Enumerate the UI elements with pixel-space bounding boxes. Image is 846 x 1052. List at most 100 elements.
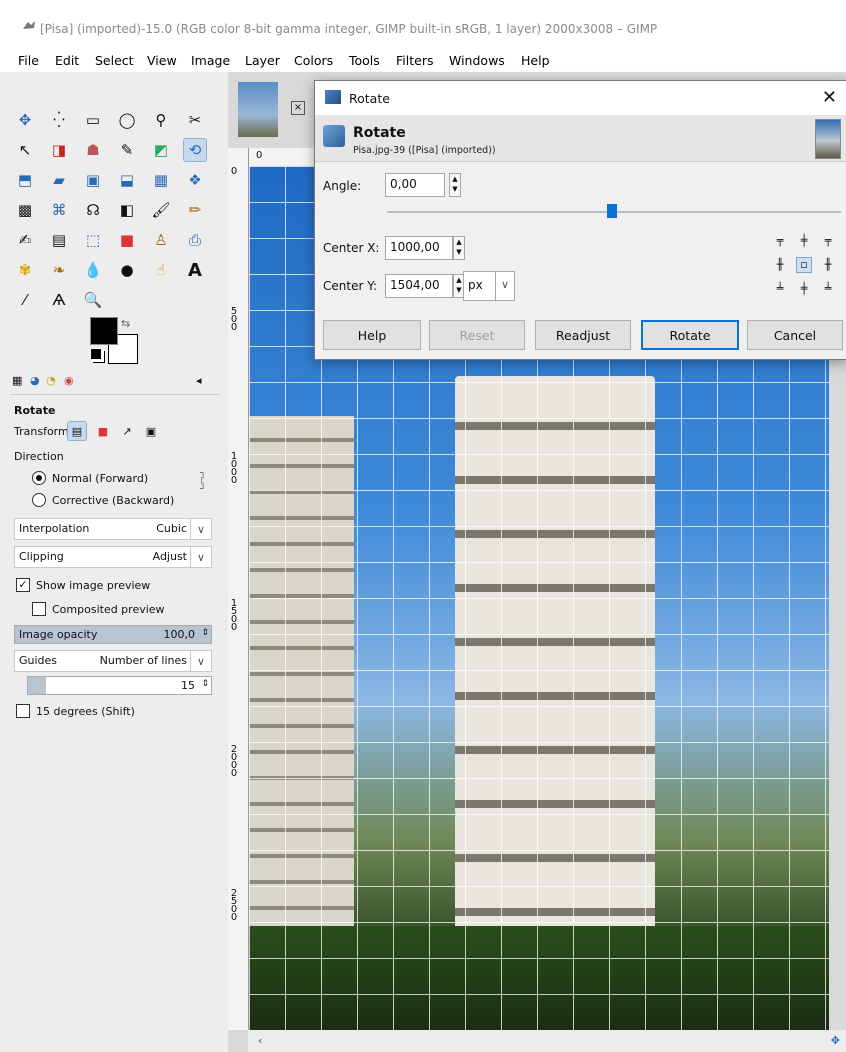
direction-corrective-radio[interactable] [32, 493, 46, 507]
chevron-down-icon[interactable]: ∨ [190, 547, 211, 567]
reset-button[interactable]: Reset [429, 320, 525, 350]
move-tool-icon[interactable]: ✥ [14, 109, 36, 131]
menu-windows[interactable]: Windows [449, 53, 505, 68]
scroll-left-icon[interactable]: ‹ [258, 1034, 262, 1047]
image-tab-thumbnail[interactable] [238, 82, 278, 137]
undo-history-tab-icon[interactable]: ◔ [46, 374, 56, 387]
dodge-burn-icon[interactable]: ✾ [14, 259, 36, 281]
spin-arrows-icon[interactable]: ⇕ [201, 628, 209, 638]
heal-tool-icon[interactable]: ♙ [150, 229, 172, 251]
angle-input[interactable]: 0,00 [385, 173, 445, 197]
pivot-left-icon[interactable]: ╫ [773, 258, 787, 272]
transform-image-icon[interactable]: ▣ [142, 422, 160, 440]
clone-tool-icon[interactable]: ■ [116, 229, 138, 251]
spin-arrows-icon[interactable]: ⇕ [201, 679, 209, 689]
shear-tool-icon[interactable]: ▰ [48, 169, 70, 191]
fifteen-degrees-checkbox[interactable] [16, 704, 30, 718]
menu-filters[interactable]: Filters [396, 53, 433, 68]
rotate-button[interactable]: Rotate [641, 320, 739, 350]
paths-tool-icon[interactable]: ✎ [116, 139, 138, 161]
warp-tool-icon[interactable]: ❖ [184, 169, 206, 191]
menu-layer[interactable]: Layer [245, 53, 280, 68]
pivot-top-icon[interactable]: ╪ [797, 234, 811, 248]
pivot-bottom-left-icon[interactable]: ╧ [773, 282, 787, 296]
ellipse-select-icon[interactable]: ◯ [116, 109, 138, 131]
help-button[interactable]: Help [323, 320, 421, 350]
center-x-spin-icon[interactable]: ▲ ▼ [453, 236, 465, 260]
text-tool-icon[interactable]: ⌘ [48, 199, 70, 221]
smudge-tool-icon[interactable]: ⎙ [184, 229, 206, 251]
guides-count-slider[interactable]: 15 ⇕ [27, 676, 212, 695]
image-opacity-slider[interactable]: Image opacity 100,0 ⇕ [14, 625, 212, 644]
close-icon[interactable]: × [291, 101, 305, 115]
zoom-tool-icon[interactable]: 🔍 [82, 289, 104, 311]
pivot-bottom-right-icon[interactable]: ╧ [821, 282, 835, 296]
readjust-button[interactable]: Readjust [535, 320, 631, 350]
menu-file[interactable]: File [18, 53, 39, 68]
gradient-tool-icon[interactable]: ◧ [116, 199, 138, 221]
bucket-fill-icon[interactable]: ▩ [14, 199, 36, 221]
color-picker-icon[interactable]: ◩ [150, 139, 172, 161]
bomb-icon[interactable]: ● [116, 259, 138, 281]
rect-select-icon[interactable]: ▭ [82, 109, 104, 131]
center-y-input[interactable]: 1504,00 [385, 274, 453, 298]
pivot-right-icon[interactable]: ╫ [821, 258, 835, 272]
unit-select[interactable]: px ∨ [463, 271, 515, 301]
clipping-combo[interactable]: Clipping Adjust ∨ [14, 546, 212, 568]
pencil-tool-icon[interactable]: ✏ [184, 199, 206, 221]
ink-tool-icon[interactable]: ⬚ [82, 229, 104, 251]
foreground-color-swatch[interactable] [90, 317, 118, 345]
swap-colors-icon[interactable]: ⇆ [121, 317, 130, 330]
transform-path-icon[interactable]: ↗ [118, 422, 136, 440]
fuzzy-select-icon[interactable]: ✂ [184, 109, 206, 131]
ruler-left[interactable]: 0 5 0 0 1 0 0 0 1 5 0 0 2 0 0 0 2 5 0 0 [228, 148, 249, 1030]
eraser-tool-icon[interactable]: ▤ [48, 229, 70, 251]
chevron-down-icon[interactable]: ∨ [190, 519, 211, 539]
pivot-top-left-icon[interactable]: ╤ [773, 234, 787, 248]
transform-layer-icon[interactable]: ▤ [67, 421, 87, 441]
select-by-color-icon[interactable]: ↖ [14, 139, 36, 161]
device-status-tab-icon[interactable]: ◕ [30, 374, 40, 387]
paintbrush-tool-icon[interactable]: 🖌 [150, 199, 172, 221]
align-tool-icon[interactable]: ⁛ [48, 109, 70, 131]
show-preview-checkbox[interactable]: ✓ [16, 578, 30, 592]
menu-view[interactable]: View [147, 53, 177, 68]
menu-help[interactable]: Help [521, 53, 550, 68]
dock-menu-icon[interactable]: ◂ [196, 374, 202, 387]
cancel-button[interactable]: Cancel [747, 320, 843, 350]
transform-selection-icon[interactable]: ■ [94, 422, 112, 440]
scale-tool-icon[interactable]: ⬒ [14, 169, 36, 191]
rotate-tool-icon[interactable]: ⟲ [183, 138, 207, 162]
free-select-icon[interactable]: ⚲ [150, 109, 172, 131]
horizontal-scrollbar[interactable]: ‹ ✥ [248, 1030, 846, 1052]
images-tab-icon[interactable]: ◉ [64, 374, 74, 387]
chevron-down-icon[interactable]: ∨ [190, 651, 211, 671]
pivot-bottom-icon[interactable]: ╪ [797, 282, 811, 296]
pivot-center-icon[interactable]: ▫ [796, 257, 812, 273]
water-drop-icon[interactable]: 💧 [82, 259, 104, 281]
blend-tool-icon[interactable]: ☊ [82, 199, 104, 221]
angle-spin-icon[interactable]: ▲ ▼ [449, 173, 461, 197]
pointer-tool-icon[interactable]: ☝ [150, 259, 172, 281]
pivot-top-right-icon[interactable]: ╤ [821, 234, 835, 248]
composited-preview-checkbox[interactable] [32, 602, 46, 616]
menu-select[interactable]: Select [95, 53, 134, 68]
close-icon[interactable]: ✕ [822, 87, 837, 108]
navigate-icon[interactable]: ✥ [831, 1034, 840, 1047]
airbrush-tool-icon[interactable]: ✍ [14, 229, 36, 251]
perspective-tool-icon[interactable]: ▣ [82, 169, 104, 191]
center-x-input[interactable]: 1000,00 [385, 236, 453, 260]
menu-edit[interactable]: Edit [55, 53, 79, 68]
guides-combo[interactable]: Guides Number of lines ∨ [14, 650, 212, 672]
direction-normal-radio[interactable] [32, 471, 46, 485]
tool-options-tab-icon[interactable]: ▦ [12, 374, 22, 387]
blur-sharpen-icon[interactable]: ❧ [48, 259, 70, 281]
chevron-down-icon[interactable]: ∨ [495, 272, 514, 300]
color-picker-pipette-icon[interactable]: ⁄ [14, 289, 36, 311]
menu-tools[interactable]: Tools [349, 53, 380, 68]
cage-tool-icon[interactable]: ▦ [150, 169, 172, 191]
text-a-icon[interactable]: A [184, 259, 206, 281]
foreground-select-icon[interactable]: ☗ [82, 139, 104, 161]
interpolation-combo[interactable]: Interpolation Cubic ∨ [14, 518, 212, 540]
scissors-select-icon[interactable]: ◨ [48, 139, 70, 161]
